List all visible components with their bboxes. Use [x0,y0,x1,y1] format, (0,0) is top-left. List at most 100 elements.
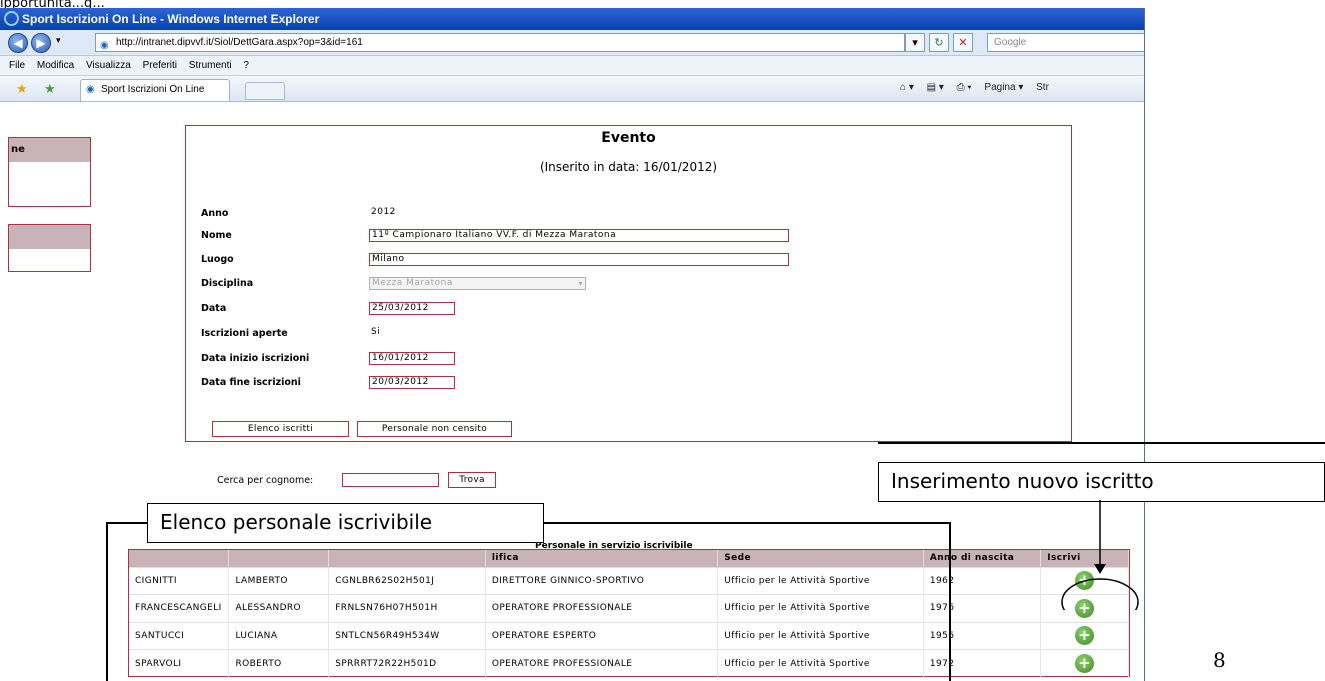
print-icon[interactable]: ⎙ ▾ [957,82,972,93]
tools-menu[interactable]: Str [1036,82,1049,93]
slide: ipportunita...g... Sport Iscrizioni On L… [0,0,1325,681]
data-input[interactable]: 25/03/2012 [369,302,455,315]
event-title: Evento [601,130,656,146]
table-row: SANTUCCI LUCIANA SNTLCN56R49H534W OPERAT… [129,621,1129,650]
history-dropdown-icon[interactable]: ▾ [56,36,61,46]
field-label: Nome [201,230,232,241]
cell-cognome: SPARVOLI [129,649,230,677]
cell-sede: Ufficio per le Attività Sportive [717,649,924,677]
cell-qualifica: OPERATORE PROFESSIONALE [485,649,719,677]
personale-non-censito-button[interactable]: Personale non censito [357,421,512,437]
favorites-star-icon[interactable]: ★ [16,81,28,97]
stop-icon[interactable]: ✕ [953,33,973,52]
menu-visualizza[interactable]: Visualizza [86,56,131,76]
tab-bar: ★ ★ ◉ Sport Iscrizioni On Line ⌂ ▾ ▤ ▾ ⎙… [0,76,1144,102]
field-label: Data inizio iscrizioni [201,353,310,364]
field-label: Iscrizioni aperte [201,328,288,339]
command-bar: ⌂ ▾ ▤ ▾ ⎙ ▾ Pagina ▾ Str [900,82,1059,93]
bracket-left-line [106,522,108,681]
ie-logo-icon [4,11,19,26]
menu-modifica[interactable]: Modifica [37,56,74,76]
bracket-top-line [106,522,148,524]
browser-window: Sport Iscrizioni On Line - Windows Inter… [0,8,1145,681]
data-inizio-input[interactable]: 16/01/2012 [369,352,455,365]
col-codice-fiscale [328,550,486,567]
disciplina-select: Mezza Maratona ▾ [369,277,586,290]
menu-strumenti[interactable]: Strumenti [189,56,232,76]
address-bar: ◀ ▶ ▾ ◉ http://intranet.dipvvf.it/Siol/D… [0,30,1144,56]
refresh-icon[interactable]: ↻ [929,33,949,52]
cell-iscrivi: + [1040,649,1129,677]
field-value: 2012 [371,207,396,217]
new-tab-button[interactable] [245,82,285,100]
forward-arrow-icon[interactable]: ▶ [31,33,51,53]
page-content: ne Evento (Inserito in data: 16/01/2012)… [0,103,1144,681]
plus-circle-icon[interactable]: + [1075,654,1095,673]
cell-qualifica: OPERATORE PROFESSIONALE [485,594,719,622]
window-title: Sport Iscrizioni On Line - Windows Inter… [22,12,320,26]
feeds-icon[interactable]: ▤ ▾ [927,82,944,93]
nome-input[interactable]: 11º Campionaro Italiano VV.F. di Mezza M… [369,229,789,242]
bracket-top-line-right [543,522,950,524]
menu-preferiti[interactable]: Preferiti [143,56,177,76]
arrow-annotation [1061,500,1139,610]
disciplina-value: Mezza Maratona [372,278,453,288]
address-dropdown-icon[interactable]: ▾ [905,33,925,52]
cell-nome: ROBERTO [228,649,330,677]
personale-grid: lifica Sede Anno di nascita Iscrivi CIGN… [128,549,1130,677]
tab-sport-iscrizioni[interactable]: ◉ Sport Iscrizioni On Line [80,79,230,101]
cell-cognome: FRANCESCANGELI [129,594,230,622]
menu-help[interactable]: ? [243,56,249,76]
col-sede: Sede [717,550,924,567]
search-row: Cerca per cognome: Trova [217,472,496,488]
cell-codice-fiscale: FRNLSN76H07H501H [328,594,486,622]
ie-tab-icon: ◉ [86,84,95,95]
cell-codice-fiscale: SNTLCN56R49H534W [328,621,486,650]
sidebar-box-header [9,225,90,249]
cell-codice-fiscale: CGNLBR62S02H501J [328,566,486,595]
callout-inserimento-nuovo: Inserimento nuovo iscritto [878,462,1325,502]
data-fine-input[interactable]: 20/03/2012 [369,376,455,389]
slide-number: 8 [1213,648,1226,672]
table-row: CIGNITTI LAMBERTO CGNLBR62S02H501J DIRET… [129,566,1129,595]
window-titlebar: Sport Iscrizioni On Line - Windows Inter… [0,8,1144,30]
table-header: lifica Sede Anno di nascita Iscrivi [129,550,1129,567]
col-qualifica: lifica [485,550,719,567]
event-panel: Evento (Inserito in data: 16/01/2012) An… [185,125,1072,442]
clipped-heading: ipportunita...g... [0,0,105,8]
cell-sede: Ufficio per le Attività Sportive [717,594,924,622]
menu-file[interactable]: File [9,56,25,76]
field-label: Disciplina [201,278,254,289]
search-input[interactable]: Google [987,33,1144,52]
luogo-input[interactable]: Milano [369,253,789,266]
home-icon[interactable]: ⌂ ▾ [900,82,914,93]
elenco-iscritti-button[interactable]: Elenco iscritti [212,421,349,437]
cell-anno-nascita: 1956 [923,621,1042,650]
cell-sede: Ufficio per le Attività Sportive [717,621,924,650]
page-icon: ◉ [100,40,109,51]
table-row: FRANCESCANGELI ALESSANDRO FRNLSN76H07H50… [129,594,1129,622]
search-label: Cerca per cognome: [217,475,314,486]
highlight-ellipse [1061,578,1139,610]
bracket-right-line [949,522,951,681]
page-menu[interactable]: Pagina ▾ [984,82,1023,93]
cognome-input[interactable] [342,473,439,487]
cell-anno-nascita: 1972 [923,649,1042,677]
field-label: Anno [201,208,229,219]
cell-nome: LUCIANA [228,621,330,650]
back-arrow-icon[interactable]: ◀ [8,33,28,53]
trova-button[interactable]: Trova [448,472,496,488]
field-value: Si [371,327,381,337]
sidebar-box-2 [8,224,91,272]
sidebar-box-1: ne [8,137,91,207]
address-input[interactable]: ◉ http://intranet.dipvvf.it/Siol/DettGar… [95,33,905,52]
callout-top-rule [878,442,1325,444]
cell-nome: LAMBERTO [228,566,330,595]
add-favorite-icon[interactable]: ★ [44,81,56,97]
col-cognome [129,550,230,567]
plus-circle-icon[interactable]: + [1075,626,1095,646]
address-url: http://intranet.dipvvf.it/Siol/DettGara.… [116,37,363,48]
arrow-head [1094,564,1106,574]
personale-table: lifica Sede Anno di nascita Iscrivi CIGN… [129,550,1129,677]
field-label: Data [201,303,227,314]
